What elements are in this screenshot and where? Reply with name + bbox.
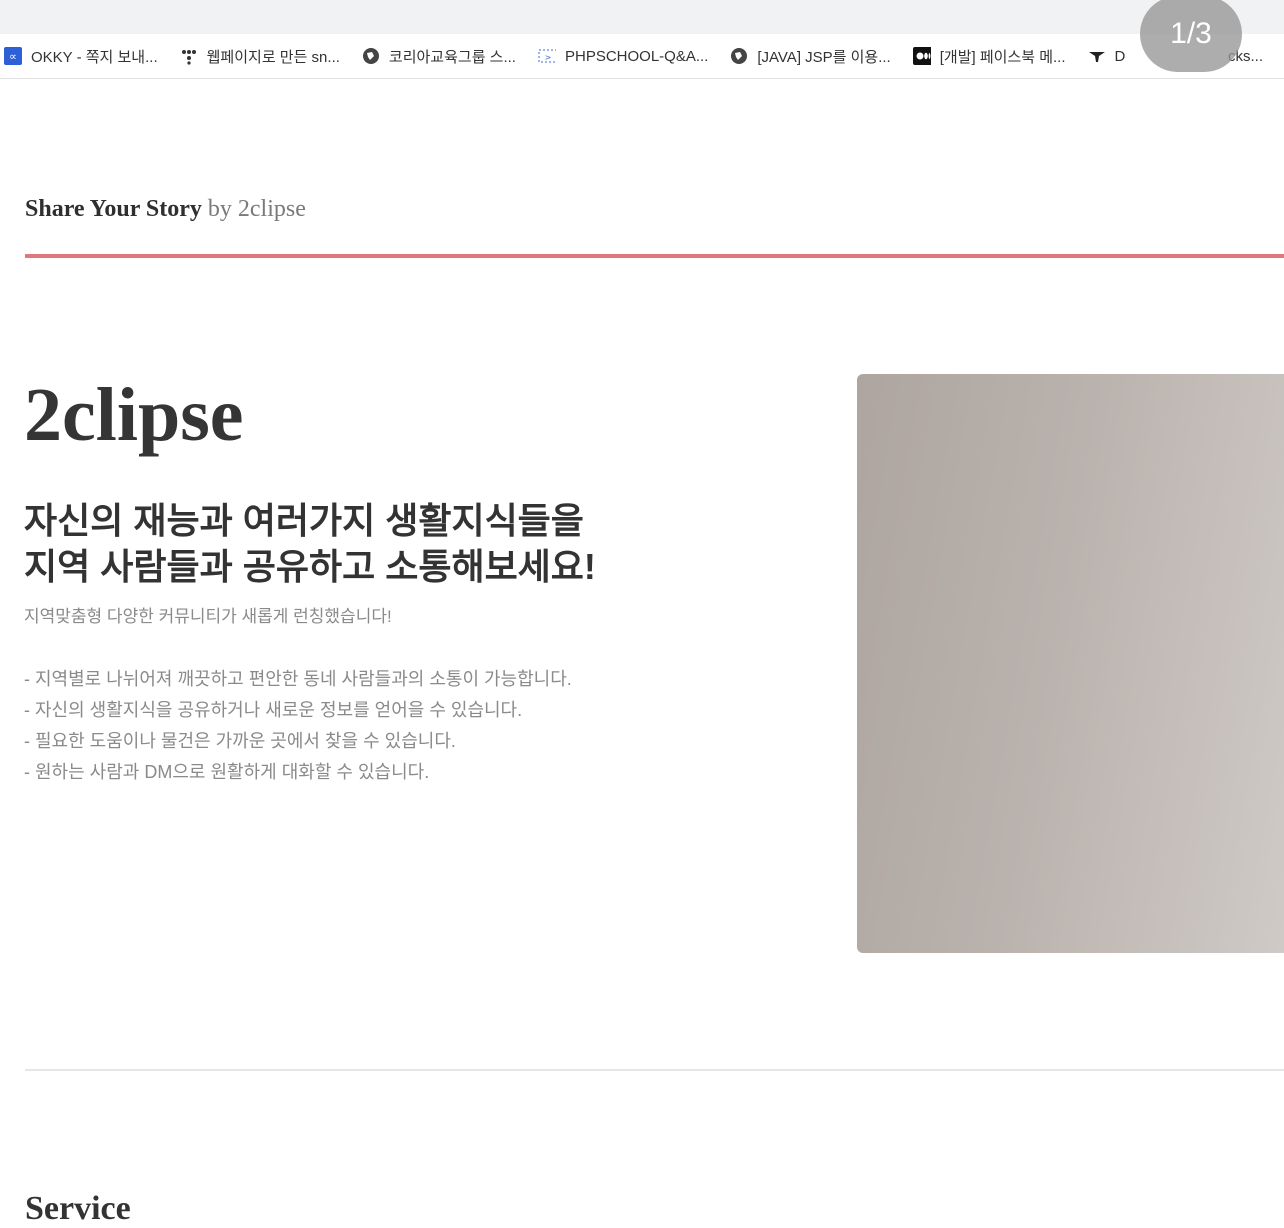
bookmark-phpschool[interactable]: > PHPSCHOOL-Q&A... — [538, 47, 708, 65]
bookmark-web-sns[interactable]: 웹페이지로 만든 sn... — [180, 46, 340, 67]
bookmark-label: PHPSCHOOL-Q&A... — [564, 47, 709, 65]
globe-icon — [362, 47, 380, 65]
header-divider — [25, 254, 1284, 258]
bookmark-okky[interactable]: ∝ OKKY - 쪽지 보내... — [4, 46, 158, 67]
site-title[interactable]: Share Your Story by 2clipse — [25, 196, 306, 223]
section-divider — [25, 1069, 1284, 1071]
bookmark-dev[interactable]: D — [1088, 47, 1126, 65]
feature-item: - 필요한 도움이나 물건은 가까운 곳에서 찾을 수 있습니다. — [24, 731, 456, 751]
bookmark-label: [JAVA] JSP를 이용... — [757, 48, 891, 66]
hero-lead: 자신의 재능과 여러가지 생활지식들을 지역 사람들과 공유하고 소통해보세요! — [24, 498, 784, 590]
svg-text:∝: ∝ — [9, 50, 17, 63]
bookmark-facebook-dev[interactable]: [개발] 페이스북 메... — [912, 46, 1066, 67]
hero-subtitle: 지역맞춤형 다양한 커뮤니티가 새롭게 런칭했습니다! — [24, 607, 392, 626]
bookmark-java-jsp[interactable]: [JAVA] JSP를 이용... — [730, 46, 891, 67]
dev-icon — [1088, 47, 1106, 65]
image-page-counter: 1/3 — [1140, 0, 1242, 72]
site-title-bold: Share Your Story — [25, 196, 202, 222]
hero-image — [857, 374, 1284, 953]
service-section-title: Service — [25, 1190, 131, 1227]
okky-icon: ∝ — [4, 47, 22, 65]
hero-lead-line: 자신의 재능과 여러가지 생활지식들을 — [24, 500, 584, 541]
bookmark-label: D — [1114, 47, 1126, 65]
php-icon: > — [538, 47, 556, 65]
globe-icon — [730, 47, 748, 65]
bookmark-label: 웹페이지로 만든 sn... — [206, 48, 340, 66]
browser-top-strip — [0, 0, 1284, 34]
feature-item: - 자신의 생활지식을 공유하거나 새로운 정보를 얻어을 수 있습니다. — [24, 700, 523, 720]
feature-item: - 원하는 사람과 DM으로 원활하게 대화할 수 있습니다. — [24, 762, 430, 782]
hero-lead-line: 지역 사람들과 공유하고 소통해보세요! — [24, 546, 596, 587]
bookmark-korea-edu[interactable]: 코리아교육그룹 스... — [362, 46, 516, 67]
bookmark-label: [개발] 페이스북 메... — [939, 48, 1066, 66]
medium-icon — [912, 47, 931, 65]
bookmark-label: 코리아교육그룹 스... — [388, 48, 516, 66]
hero-title: 2clipse — [24, 373, 244, 457]
feature-list: - 지역별로 나뉘어져 깨끗하고 편안한 동네 사람들과의 소통이 가능합니다.… — [24, 664, 572, 788]
svg-text:>: > — [545, 53, 552, 62]
dots-icon — [180, 47, 198, 65]
bookmarks-bar: ∝ OKKY - 쪽지 보내... 웹페이지로 만든 sn... 코리아교육그룹… — [0, 34, 1284, 79]
site-title-byline: by 2clipse — [207, 196, 306, 222]
feature-item: - 지역별로 나뉘어져 깨끗하고 편안한 동네 사람들과의 소통이 가능합니다. — [24, 669, 572, 689]
bookmark-label: OKKY - 쪽지 보내... — [31, 48, 158, 66]
